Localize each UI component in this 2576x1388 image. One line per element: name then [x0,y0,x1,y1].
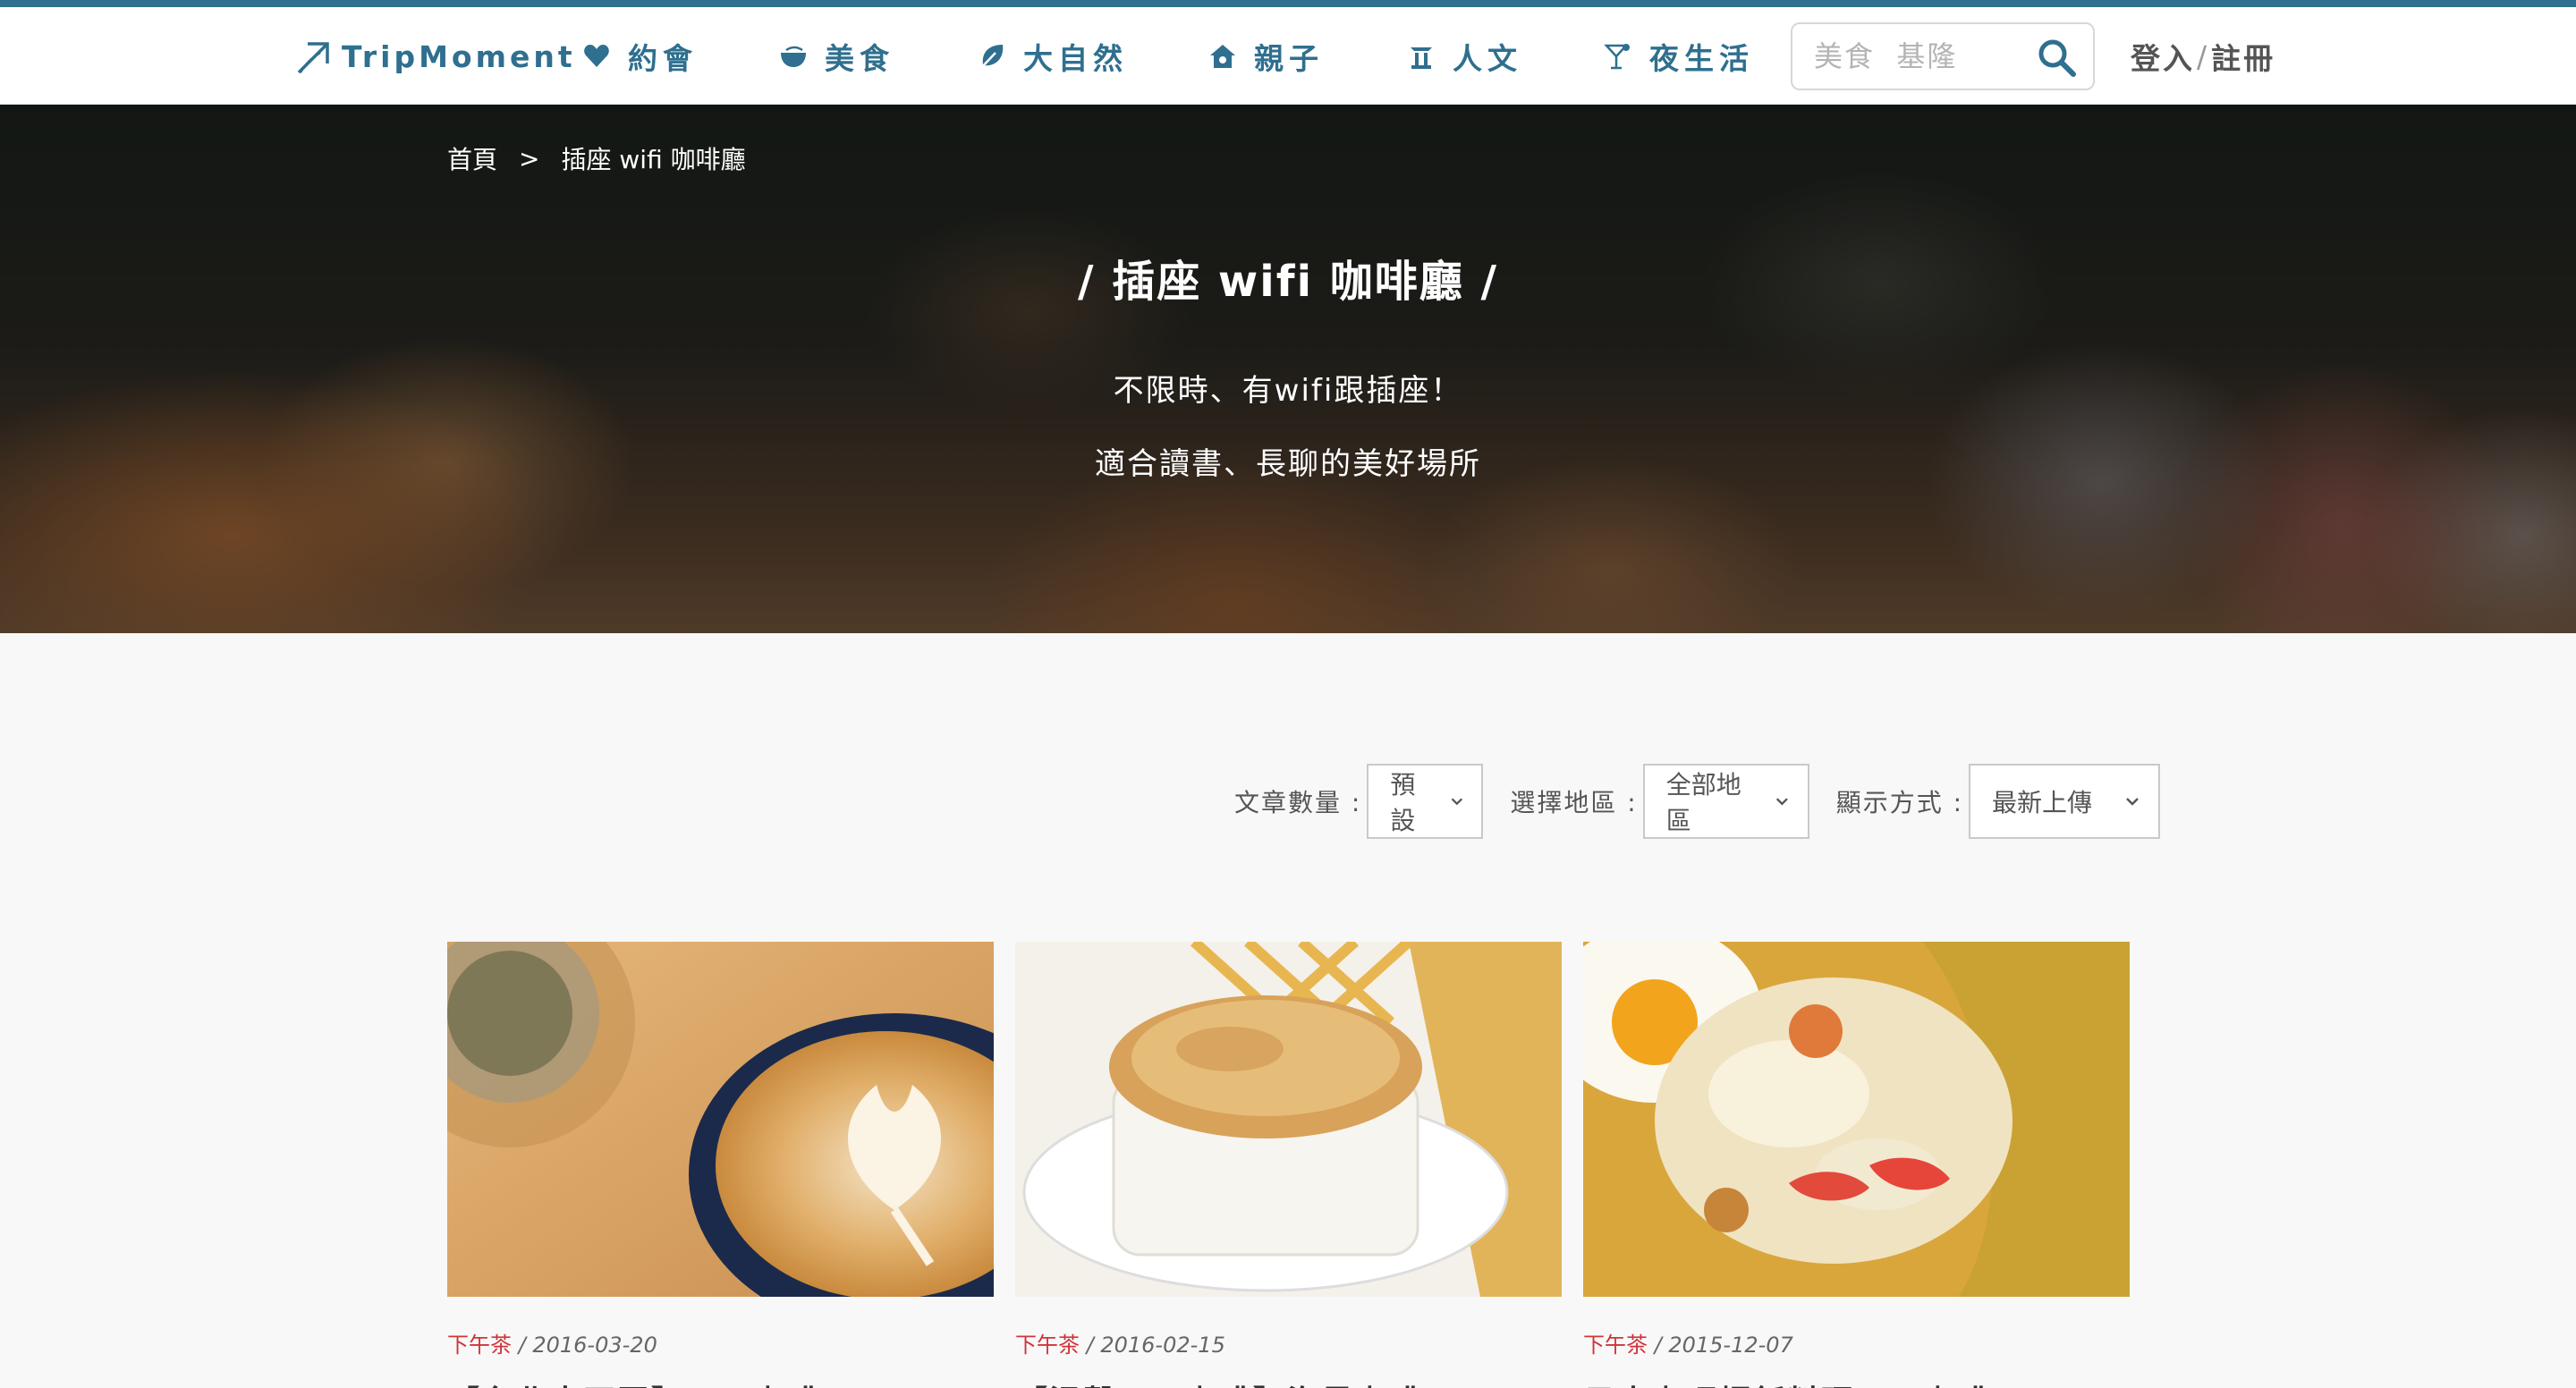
nav-item-date[interactable]: 約會 [581,34,698,79]
search-box [1791,22,2095,90]
article-title[interactable]: 【溫馨ＸＸ咖啡】海景咖啡 [1015,1376,1562,1388]
hero-description-line-2: 適合讀書、長聊的美好場所 [1095,446,1481,482]
leaf-icon [977,41,1007,72]
hero-banner: 首頁 > 插座 wifi 咖啡廳 / 插座 wifi 咖啡廳 / 不限時、有wi… [0,105,2576,633]
article-meta: 下午茶 / 2016-03-20 [447,1327,994,1358]
filter-bar: 文章數量 : 預設 選擇地區 : 全部地區 顯示方式 : 最新上傳 [1234,763,2161,840]
nav-label-date: 約會 [628,41,698,76]
hero-description-line-1: 不限時、有wifi跟插座！ [1113,373,1463,409]
navbar: TripMoment 約會 美食 大自然 親子 人文 夜生活 美食 基隆 登入 … [0,7,2576,105]
nav-item-nightlife[interactable]: 夜生活 [1603,34,1754,79]
article-meta: 下午茶 / 2015-12-07 [1583,1327,2130,1358]
breadcrumb-current: 插座 wifi 咖啡廳 [561,145,746,174]
article-category[interactable]: 下午茶 [1583,1333,1648,1358]
article-thumbnail-latte[interactable] [447,942,994,1297]
article-date: / 2016-02-15 [1086,1333,1225,1358]
article-card: 下午茶 / 2016-02-15 【溫馨ＸＸ咖啡】海景咖啡 [1015,942,1562,1388]
logo-text: TripMoment [342,38,576,74]
chevron-down-icon [1775,798,1788,806]
nav-label-family: 親子 [1254,41,1324,76]
chevron-down-icon [2126,798,2139,806]
sort-filter-label: 顯示方式 : [1835,788,1964,817]
article-title[interactable]: 【台北中正區】ＸＸ咖啡 [447,1376,994,1388]
heart-icon [581,41,612,72]
count-filter-label: 文章數量 : [1234,788,1362,817]
auth-links: 登入 / 註冊 [2131,34,2275,79]
nav-item-culture[interactable]: 人文 [1406,34,1522,79]
house-icon [1208,41,1238,72]
count-select[interactable]: 預設 [1367,764,1484,839]
sort-select[interactable]: 最新上傳 [1969,764,2161,839]
region-select[interactable]: 全部地區 [1642,764,1809,839]
article-card: 下午茶 / 2015-12-07 日本咖哩焗飯料理ＸＸ咖啡 [1583,942,2130,1388]
nav-label-nature: 大自然 [1023,41,1128,76]
temple-icon [1406,41,1436,72]
page-title: / 插座 wifi 咖啡廳 / [1077,257,1499,307]
nav-item-food[interactable]: 美食 [778,34,894,79]
nav-label-nightlife: 夜生活 [1649,41,1754,76]
breadcrumb: 首頁 > 插座 wifi 咖啡廳 [447,140,746,176]
region-filter-label: 選擇地區 : [1510,788,1638,817]
nav-item-family[interactable]: 親子 [1208,34,1324,79]
register-link[interactable]: 註冊 [2211,35,2275,78]
region-select-value: 全部地區 [1665,770,1741,835]
cocktail-icon [1603,41,1633,72]
article-thumbnail-curry[interactable] [1583,942,2130,1297]
logo-icon [297,42,329,74]
login-link[interactable]: 登入 [2131,35,2195,78]
article-date: / 2015-12-07 [1654,1333,1793,1358]
article-category[interactable]: 下午茶 [447,1333,512,1358]
breadcrumb-home[interactable]: 首頁 [447,140,497,176]
article-category[interactable]: 下午茶 [1015,1333,1080,1358]
count-select-value: 預設 [1390,770,1416,835]
chevron-down-icon [1451,798,1462,806]
top-accent-bar [0,0,2576,7]
bowl-icon [778,41,809,72]
search-input[interactable] [1814,39,2038,73]
article-title[interactable]: 日本咖哩焗飯料理ＸＸ咖啡 [1583,1376,2130,1388]
search-icon[interactable] [2036,37,2077,78]
article-date: / 2016-03-20 [518,1333,657,1358]
logo[interactable]: TripMoment [293,34,576,79]
breadcrumb-separator: > [519,143,540,174]
nav-label-culture: 人文 [1453,41,1522,76]
nav-item-nature[interactable]: 大自然 [977,34,1128,79]
nav-label-food: 美食 [825,41,894,76]
article-card: 下午茶 / 2016-03-20 【台北中正區】ＸＸ咖啡 [447,942,994,1388]
sort-select-value: 最新上傳 [1992,788,2093,817]
article-meta: 下午茶 / 2016-02-15 [1015,1327,1562,1358]
auth-separator: / [2197,38,2210,74]
article-thumbnail-potpie[interactable] [1015,942,1562,1297]
